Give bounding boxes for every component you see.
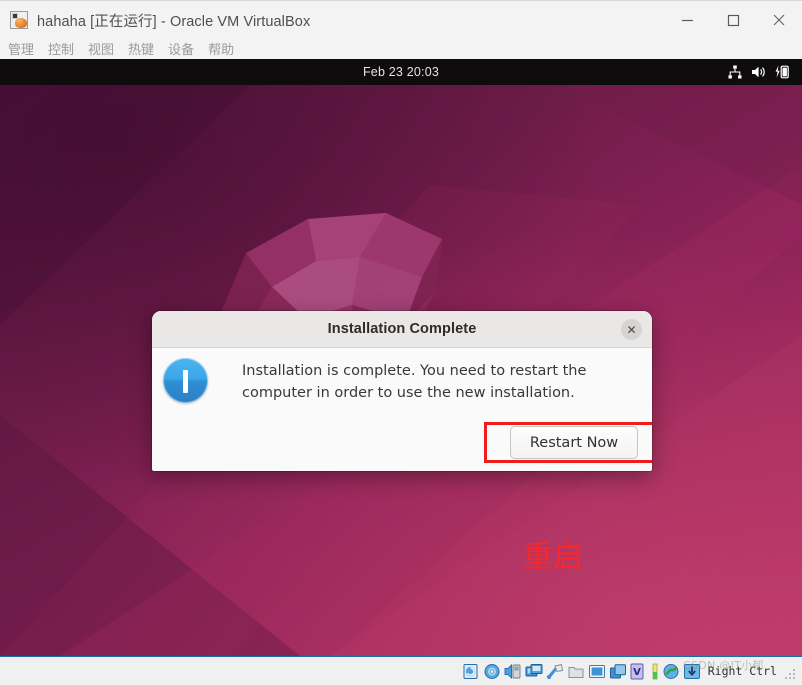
virtualbox-window: hahaha [正在运行] - Oracle VM VirtualBox 管理 … <box>0 0 802 685</box>
resize-grip-icon[interactable] <box>785 668 796 680</box>
close-button[interactable] <box>756 1 802 39</box>
guest-screen[interactable]: Feb 23 20:03 重启 Installation Complete ✕ … <box>0 59 802 656</box>
menu-item-machine[interactable]: 控制 <box>48 39 74 58</box>
gnome-clock[interactable]: Feb 23 20:03 <box>363 65 439 79</box>
installation-complete-dialog: Installation Complete ✕ Installation is … <box>152 311 652 471</box>
dialog-message: Installation is complete. You need to re… <box>242 363 587 401</box>
info-icon <box>163 358 208 403</box>
network-icon[interactable] <box>525 663 543 680</box>
svg-text:V: V <box>633 667 641 678</box>
dialog-header: Installation Complete ✕ <box>152 311 652 348</box>
menu-item-help[interactable]: 帮助 <box>208 39 234 58</box>
dialog-close-icon[interactable]: ✕ <box>621 319 642 340</box>
statusbar-icons: V Right Ctrl <box>462 663 796 680</box>
globe-icon[interactable] <box>662 663 680 680</box>
menu-item-devices[interactable]: 设备 <box>168 39 194 58</box>
vbox-statusbar: V Right Ctrl <box>0 656 802 685</box>
menubar: 管理 控制 视图 热键 设备 帮助 <box>0 38 802 59</box>
maximize-button[interactable] <box>710 1 756 39</box>
network-wired-icon <box>728 65 742 79</box>
virtualbox-logo-icon[interactable]: V <box>630 663 648 680</box>
gnome-indicators[interactable] <box>728 59 790 85</box>
menu-item-manage[interactable]: 管理 <box>8 39 34 58</box>
window-controls <box>664 1 802 39</box>
audio-icon[interactable] <box>504 663 522 680</box>
shared-clipboard-icon[interactable] <box>609 663 627 680</box>
window-titlebar: hahaha [正在运行] - Oracle VM VirtualBox <box>0 0 802 39</box>
minimize-button[interactable] <box>664 1 710 39</box>
display-icon[interactable] <box>588 663 606 680</box>
annotation-restart-label: 重启 <box>523 540 583 575</box>
volume-icon <box>751 65 766 79</box>
menu-item-view[interactable]: 视图 <box>88 39 114 58</box>
window-title: hahaha [正在运行] - Oracle VM VirtualBox <box>37 13 311 30</box>
gnome-topbar: Feb 23 20:03 <box>0 59 802 85</box>
shared-folder-icon[interactable] <box>567 663 585 680</box>
virtualbox-icon <box>10 11 28 29</box>
hard-disk-icon[interactable] <box>462 663 480 680</box>
optical-disk-icon[interactable] <box>483 663 501 680</box>
restart-now-button[interactable]: Restart Now <box>510 426 638 459</box>
activity-indicator-icon <box>651 663 659 680</box>
battery-charging-icon <box>775 65 790 79</box>
menu-item-input[interactable]: 热键 <box>128 39 154 58</box>
mouse-capture-icon[interactable] <box>683 663 701 680</box>
dialog-body: Installation is complete. You need to re… <box>152 348 652 471</box>
usb-icon[interactable] <box>546 663 564 680</box>
dialog-title: Installation Complete <box>327 321 477 337</box>
host-key-label: Right Ctrl <box>707 664 777 678</box>
